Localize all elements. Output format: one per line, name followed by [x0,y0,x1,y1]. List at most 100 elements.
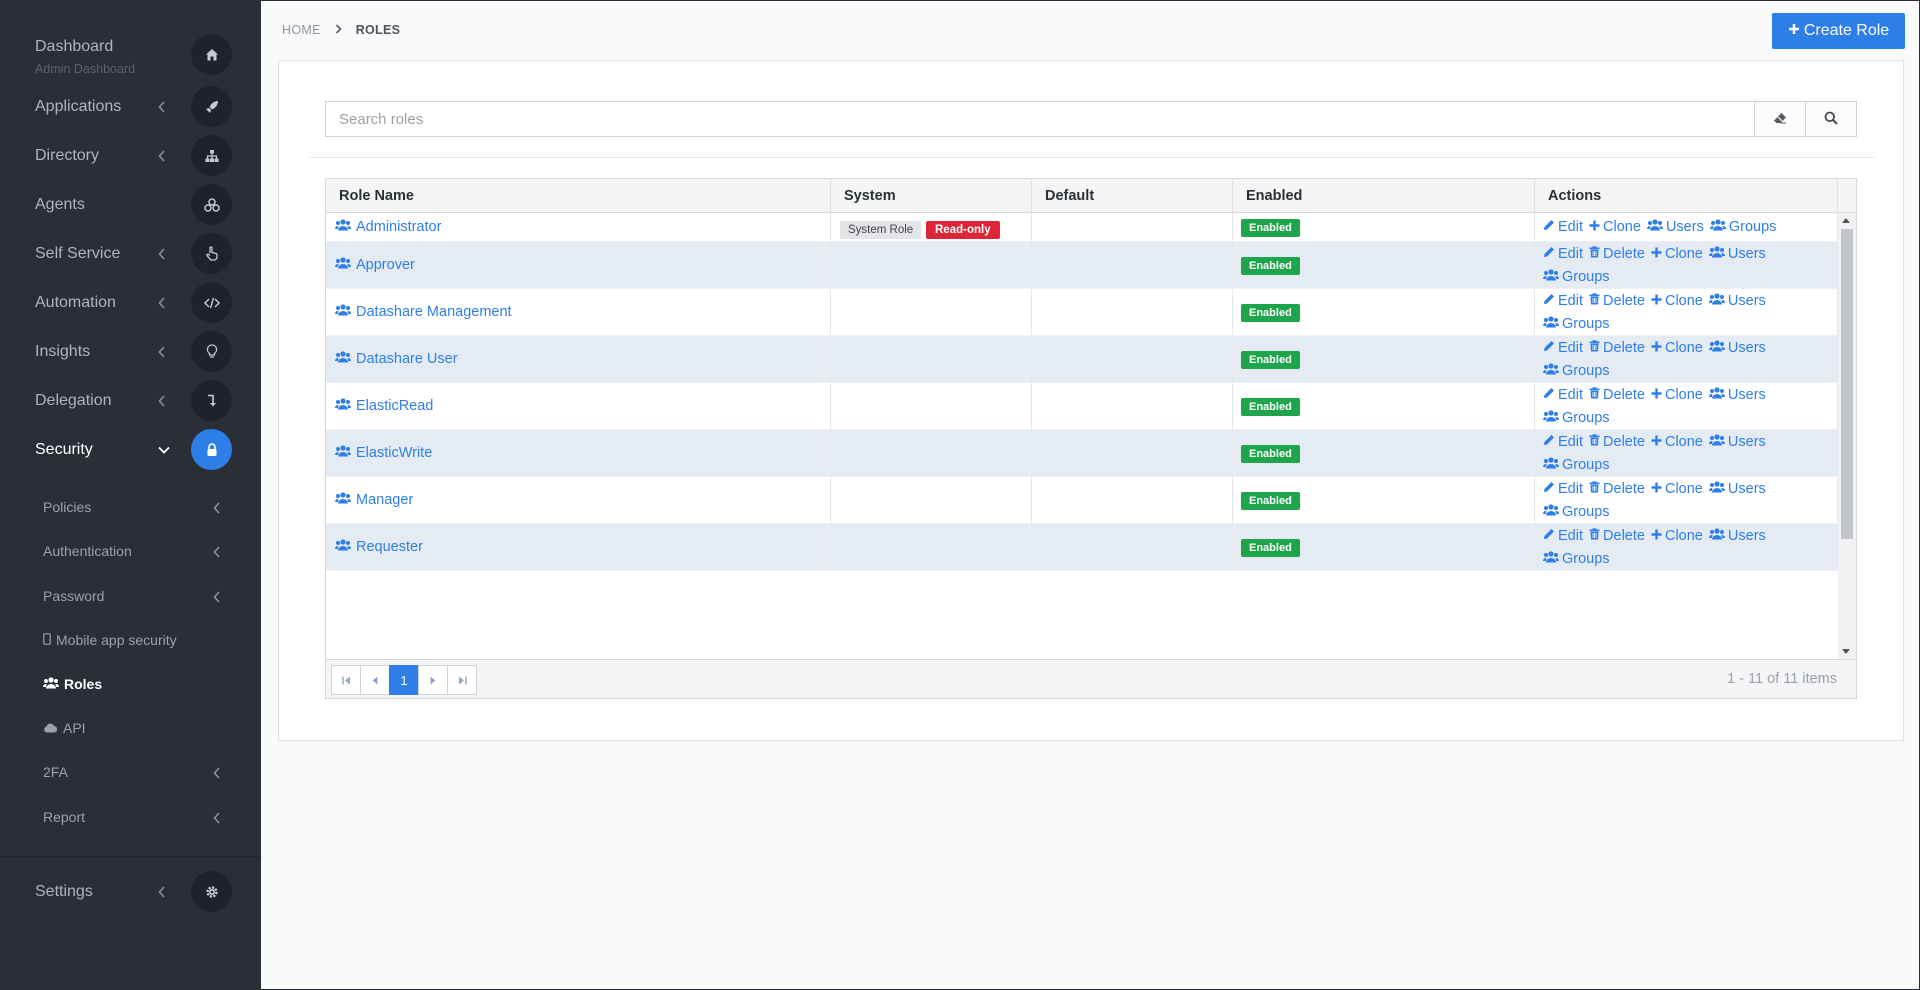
sidebar-item-automation[interactable]: Automation [1,278,261,327]
sidebar-item-directory[interactable]: Directory [1,131,261,180]
scrollbar-thumb[interactable] [1841,229,1853,539]
action-users-link[interactable]: Users [1708,384,1766,407]
action-delete-link[interactable]: Delete [1589,431,1645,454]
action-clone-link[interactable]: Clone [1651,290,1703,313]
action-groups-link[interactable]: Groups [1542,407,1610,430]
sidebar-item-agents[interactable]: Agents [1,180,261,229]
role-name-link[interactable]: Datashare User [334,351,458,367]
table-row[interactable]: Datashare Management Enabled Edit Delete C… [326,289,1838,336]
cell-default [1032,336,1233,382]
action-delete-link[interactable]: Delete [1589,290,1645,313]
action-edit-link[interactable]: Edit [1543,384,1583,407]
table-row[interactable]: Approver Enabled Edit Delete Clone Users G… [326,242,1838,289]
submenu-item-2fa[interactable]: 2FA [1,752,261,792]
action-users-link[interactable]: Users [1708,290,1766,313]
action-delete-link[interactable]: Delete [1589,243,1645,266]
clear-search-button[interactable] [1754,102,1805,136]
submenu-item-api[interactable]: API [1,708,261,748]
next-page-button[interactable] [418,665,448,695]
role-name-link[interactable]: ElasticRead [334,398,433,414]
action-clone-link[interactable]: Clone [1651,525,1703,548]
table-row[interactable]: Administrator System Role Read-only Enabled… [326,213,1838,242]
table-row[interactable]: Requester Enabled Edit Delete Clone Users … [326,524,1838,571]
submenu-item-report[interactable]: Report [1,797,261,837]
users-icon [1542,360,1560,383]
sidebar-item-delegation[interactable]: Delegation [1,376,261,425]
submenu-item-password[interactable]: Password [1,576,261,616]
code-icon [191,282,232,323]
enabled-badge: Enabled [1241,351,1300,369]
scroll-down-icon[interactable] [1842,649,1850,654]
role-name-link[interactable]: Approver [334,257,415,273]
action-users-link[interactable]: Users [1708,478,1766,501]
sidebar-item-settings[interactable]: Settings [1,867,261,916]
last-page-button[interactable] [447,665,477,695]
column-header-role-name[interactable]: Role Name [326,179,831,213]
submenu-item-authentication[interactable]: Authentication [1,531,261,571]
submenu-item-mobile-app-security[interactable]: Mobile app security [1,620,261,660]
action-clone-link[interactable]: Clone [1651,478,1703,501]
sidebar-item-dashboard[interactable]: Dashboard Admin Dashboard [1,30,261,79]
action-clone-link[interactable]: Clone [1651,431,1703,454]
table-row[interactable]: Datashare User Enabled Edit Delete Clone U… [326,336,1838,383]
scroll-up-icon[interactable] [1842,218,1850,223]
table-row[interactable]: Manager Enabled Edit Delete Clone Users Gr… [326,477,1838,524]
role-name-link[interactable]: Datashare Management [334,304,512,320]
search-button[interactable] [1805,102,1856,136]
search-input[interactable] [326,102,1754,136]
column-header-actions[interactable]: Actions [1535,179,1838,213]
action-groups-link[interactable]: Groups [1542,454,1610,477]
action-users-link[interactable]: Users [1708,337,1766,360]
first-page-button[interactable] [331,665,361,695]
action-groups-link[interactable]: Groups [1542,501,1610,524]
action-users-link[interactable]: Users [1646,216,1704,239]
breadcrumb-home[interactable]: HOME [282,23,321,37]
sidebar-item-security[interactable]: Security [1,425,261,474]
role-name-link[interactable]: Requester [334,539,423,555]
role-name-link[interactable]: Manager [334,492,413,508]
sidebar-item-self-service[interactable]: Self Service [1,229,261,278]
action-groups-link[interactable]: Groups [1542,360,1610,383]
cell-actions: Edit Delete Clone Users Groups [1535,430,1838,476]
submenu-item-roles[interactable]: Roles [1,664,261,704]
role-name-link[interactable]: Administrator [334,219,441,235]
submenu-item-policies[interactable]: Policies [1,487,261,527]
action-edit-link[interactable]: Edit [1543,290,1583,313]
sidebar-item-insights[interactable]: Insights [1,327,261,376]
action-edit-link[interactable]: Edit [1543,478,1583,501]
action-delete-link[interactable]: Delete [1589,478,1645,501]
action-clone-link[interactable]: Clone [1651,243,1703,266]
create-role-button[interactable]: Create Role [1772,13,1905,49]
action-groups-link[interactable]: Groups [1542,266,1610,289]
action-clone-link[interactable]: Clone [1651,384,1703,407]
action-users-link[interactable]: Users [1708,431,1766,454]
action-groups-link[interactable]: Groups [1709,216,1776,239]
cell-default [1032,524,1233,570]
prev-page-button[interactable] [360,665,390,695]
trash-icon [1589,384,1600,407]
action-delete-link[interactable]: Delete [1589,337,1645,360]
action-clone-link[interactable]: Clone [1589,216,1641,239]
page-button-current[interactable]: 1 [389,665,419,695]
action-delete-link[interactable]: Delete [1589,384,1645,407]
action-groups-link[interactable]: Groups [1542,313,1610,336]
action-delete-link[interactable]: Delete [1589,525,1645,548]
sidebar-divider [1,856,261,857]
column-header-default[interactable]: Default [1032,179,1233,213]
action-groups-link[interactable]: Groups [1542,548,1610,571]
column-header-system[interactable]: System [831,179,1032,213]
table-row[interactable]: ElasticRead Enabled Edit Delete Clone User… [326,383,1838,430]
action-edit-link[interactable]: Edit [1543,431,1583,454]
role-name-link[interactable]: ElasticWrite [334,445,432,461]
action-edit-link[interactable]: Edit [1543,243,1583,266]
action-edit-link[interactable]: Edit [1543,337,1583,360]
action-clone-link[interactable]: Clone [1651,337,1703,360]
table-row[interactable]: ElasticWrite Enabled Edit Delete Clone Use… [326,430,1838,477]
sidebar-item-applications[interactable]: Applications [1,82,261,131]
action-users-link[interactable]: Users [1708,243,1766,266]
action-edit-link[interactable]: Edit [1543,216,1583,239]
action-edit-link[interactable]: Edit [1543,525,1583,548]
vertical-scrollbar[interactable] [1838,213,1856,659]
column-header-enabled[interactable]: Enabled [1233,179,1535,213]
action-users-link[interactable]: Users [1708,525,1766,548]
